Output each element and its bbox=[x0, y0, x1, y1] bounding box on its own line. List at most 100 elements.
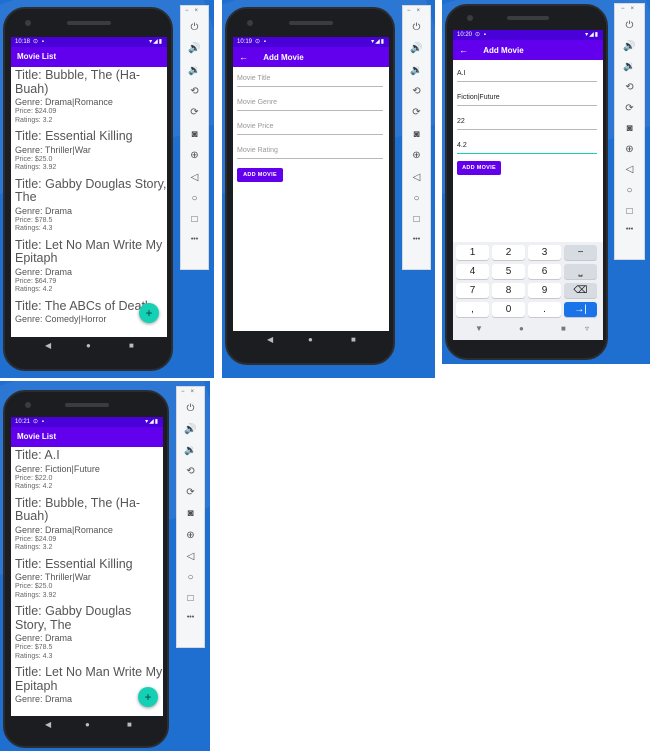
rotate-left-icon[interactable]: ⟲ bbox=[181, 86, 208, 97]
add-movie-fab[interactable]: + bbox=[139, 303, 159, 323]
keypad-key[interactable]: 2 bbox=[492, 245, 525, 260]
more-icon[interactable]: ••• bbox=[615, 226, 644, 233]
back-arrow-icon[interactable]: ← bbox=[459, 40, 473, 60]
keypad-key[interactable]: 7 bbox=[456, 283, 489, 298]
close-icon[interactable]: × bbox=[416, 8, 426, 14]
add-movie-button[interactable]: ADD MOVIE bbox=[457, 161, 501, 175]
more-icon[interactable]: ••• bbox=[181, 236, 208, 243]
list-item[interactable]: Title: Gabby Douglas Story, The Genre: Dr… bbox=[15, 177, 167, 234]
camera-icon[interactable]: ◙ bbox=[403, 129, 430, 140]
movie-list[interactable]: Title: Bubble, The (Ha-Buah) Genre: Drama… bbox=[11, 67, 167, 337]
list-item[interactable]: Title: A.I Genre: Fiction|Future Price: $2… bbox=[15, 448, 163, 492]
power-icon[interactable]: ⏻ bbox=[615, 20, 644, 31]
zoom-icon[interactable]: ⊕ bbox=[615, 144, 644, 155]
home-icon[interactable]: ○ bbox=[403, 193, 430, 204]
keypad-key[interactable]: ⌫ bbox=[564, 283, 597, 298]
keypad-nav-icon[interactable]: ▿ bbox=[585, 324, 589, 333]
keypad-key[interactable]: 0 bbox=[492, 302, 525, 317]
rotate-right-icon[interactable]: ⟳ bbox=[403, 107, 430, 118]
overview-icon[interactable]: □ bbox=[181, 214, 208, 225]
zoom-icon[interactable]: ⊕ bbox=[181, 150, 208, 161]
list-item[interactable]: Title: Bubble, The (Ha-Buah) Genre: Drama… bbox=[15, 68, 167, 125]
movie-title-field[interactable]: A.I bbox=[457, 68, 597, 82]
nav-recent-icon[interactable]: ■ bbox=[351, 331, 356, 349]
keypad-key[interactable]: 5 bbox=[492, 264, 525, 279]
add-movie-button[interactable]: ADD MOVIE bbox=[237, 168, 283, 182]
keypad-nav-icon[interactable]: ■ bbox=[561, 324, 566, 333]
power-icon[interactable]: ⏻ bbox=[181, 22, 208, 33]
more-icon[interactable]: ••• bbox=[403, 236, 430, 243]
nav-home-icon[interactable]: ● bbox=[85, 716, 90, 734]
close-icon[interactable]: × bbox=[630, 6, 640, 12]
rotate-right-icon[interactable]: ⟳ bbox=[177, 487, 204, 498]
keypad-key[interactable]: . bbox=[528, 302, 561, 317]
list-item[interactable]: Title: Essential Killing Genre: Thriller|… bbox=[15, 557, 163, 601]
movie-rating-field[interactable]: 4.2 bbox=[457, 140, 597, 154]
list-item[interactable]: Title: Bubble, The (Ha-Buah) Genre: Drama… bbox=[15, 496, 163, 553]
back-arrow-icon[interactable]: ← bbox=[239, 47, 253, 67]
camera-icon[interactable]: ◙ bbox=[177, 508, 204, 519]
volume-up-icon[interactable]: 🔊 bbox=[403, 43, 430, 54]
overview-icon[interactable]: □ bbox=[403, 214, 430, 225]
close-icon[interactable]: × bbox=[194, 8, 204, 14]
nav-back-icon[interactable]: ◀ bbox=[45, 716, 51, 734]
keypad-key[interactable]: 6 bbox=[528, 264, 561, 279]
overview-icon[interactable]: □ bbox=[177, 593, 204, 604]
movie-list[interactable]: Title: A.I Genre: Fiction|Future Price: $2… bbox=[11, 447, 163, 716]
home-icon[interactable]: ○ bbox=[615, 185, 644, 196]
rotate-right-icon[interactable]: ⟳ bbox=[615, 103, 644, 114]
back-icon[interactable]: ◁ bbox=[403, 172, 430, 183]
nav-home-icon[interactable]: ● bbox=[308, 331, 313, 349]
nav-recent-icon[interactable]: ■ bbox=[129, 337, 134, 355]
rotate-left-icon[interactable]: ⟲ bbox=[615, 82, 644, 93]
more-icon[interactable]: ••• bbox=[177, 614, 204, 621]
volume-up-icon[interactable]: 🔊 bbox=[177, 424, 204, 435]
volume-up-icon[interactable]: 🔊 bbox=[181, 43, 208, 54]
nav-recent-icon[interactable]: ■ bbox=[127, 716, 132, 734]
camera-icon[interactable]: ◙ bbox=[181, 129, 208, 140]
power-icon[interactable]: ⏻ bbox=[177, 403, 204, 414]
volume-down-icon[interactable]: 🔉 bbox=[181, 65, 208, 76]
close-icon[interactable]: × bbox=[190, 389, 200, 395]
list-item[interactable]: Title: Let No Man Write My Epitaph Genre:… bbox=[15, 238, 167, 295]
keypad-key[interactable]: 1 bbox=[456, 245, 489, 260]
keypad-key[interactable]: →| bbox=[564, 302, 597, 317]
volume-down-icon[interactable]: 🔉 bbox=[403, 65, 430, 76]
keypad-key[interactable]: ⎵ bbox=[564, 264, 597, 279]
keypad-key[interactable]: 3 bbox=[528, 245, 561, 260]
nav-back-icon[interactable]: ◀ bbox=[267, 331, 273, 349]
keypad-key[interactable]: , bbox=[456, 302, 489, 317]
add-movie-fab[interactable]: + bbox=[138, 687, 158, 707]
volume-down-icon[interactable]: 🔉 bbox=[177, 445, 204, 456]
overview-icon[interactable]: □ bbox=[615, 206, 644, 217]
camera-icon[interactable]: ◙ bbox=[615, 123, 644, 134]
movie-rating-field[interactable]: Movie Rating bbox=[237, 145, 383, 159]
keypad-key[interactable]: 4 bbox=[456, 264, 489, 279]
nav-back-icon[interactable]: ◀ bbox=[45, 337, 51, 355]
volume-down-icon[interactable]: 🔉 bbox=[615, 61, 644, 72]
home-icon[interactable]: ○ bbox=[181, 193, 208, 204]
back-icon[interactable]: ◁ bbox=[177, 551, 204, 562]
back-icon[interactable]: ◁ bbox=[181, 172, 208, 183]
rotate-right-icon[interactable]: ⟳ bbox=[181, 107, 208, 118]
movie-title-field[interactable]: Movie Title bbox=[237, 73, 383, 87]
movie-price-field[interactable]: 22 bbox=[457, 116, 597, 130]
zoom-icon[interactable]: ⊕ bbox=[177, 530, 204, 541]
list-item[interactable]: Title: Essential Killing Genre: Thriller|… bbox=[15, 129, 167, 173]
keypad-key[interactable]: − bbox=[564, 245, 597, 260]
home-icon[interactable]: ○ bbox=[177, 572, 204, 583]
keypad-nav-icon[interactable]: ▼ bbox=[475, 324, 483, 333]
zoom-icon[interactable]: ⊕ bbox=[403, 150, 430, 161]
movie-genre-field[interactable]: Fiction|Future bbox=[457, 92, 597, 106]
keypad-nav-icon[interactable]: ● bbox=[519, 324, 524, 333]
list-item[interactable]: Title: Gabby Douglas Story, The Genre: Dr… bbox=[15, 604, 163, 661]
back-icon[interactable]: ◁ bbox=[615, 164, 644, 175]
rotate-left-icon[interactable]: ⟲ bbox=[177, 466, 204, 477]
nav-home-icon[interactable]: ● bbox=[86, 337, 91, 355]
power-icon[interactable]: ⏻ bbox=[403, 22, 430, 33]
rotate-left-icon[interactable]: ⟲ bbox=[403, 86, 430, 97]
volume-up-icon[interactable]: 🔊 bbox=[615, 41, 644, 52]
movie-price-field[interactable]: Movie Price bbox=[237, 121, 383, 135]
keypad-key[interactable]: 8 bbox=[492, 283, 525, 298]
keypad-key[interactable]: 9 bbox=[528, 283, 561, 298]
